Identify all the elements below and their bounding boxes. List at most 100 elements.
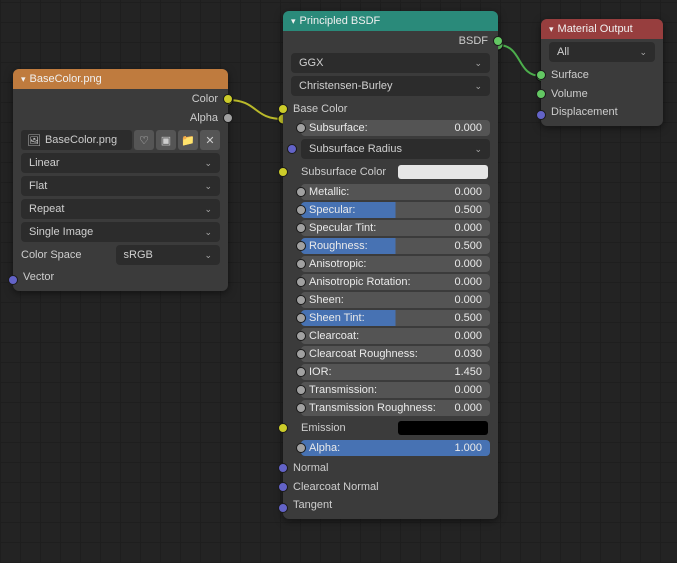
- chevron-down-icon: ⌄: [474, 58, 482, 69]
- tangent-socket[interactable]: [278, 503, 288, 513]
- new-image-button[interactable]: ▣: [156, 130, 176, 150]
- clearcoatnormal-row: Clearcoat Normal: [283, 477, 498, 496]
- basecolor-socket-in[interactable]: [278, 104, 288, 114]
- speculartint-field[interactable]: Specular Tint:0.000: [301, 220, 490, 236]
- clearcoatroughness-field[interactable]: Clearcoat Roughness:0.030: [301, 346, 490, 362]
- alpha-socket-out[interactable]: [223, 113, 233, 123]
- open-image-button[interactable]: 📁: [178, 130, 198, 150]
- volume-socket[interactable]: [536, 89, 546, 99]
- transmissionroughness-field[interactable]: Transmission Roughness:0.000: [301, 400, 490, 416]
- sheen-socket[interactable]: [296, 295, 306, 305]
- chevron-down-icon: ⌄: [204, 227, 212, 238]
- sheentint-field[interactable]: Sheen Tint:0.500: [301, 310, 490, 326]
- chevron-down-icon: ⌄: [204, 181, 212, 192]
- fake-user-button[interactable]: ♡: [134, 130, 154, 150]
- unlink-image-button[interactable]: ✕: [200, 130, 220, 150]
- color-socket-out[interactable]: [223, 94, 233, 104]
- ccnormal-socket[interactable]: [278, 482, 288, 492]
- target-dropdown[interactable]: All⌄: [549, 42, 655, 62]
- sheentint-socket[interactable]: [296, 313, 306, 323]
- bsdf-output-row: BSDF: [283, 31, 498, 50]
- subsurface-field[interactable]: Subsurface: 0.000: [301, 120, 490, 136]
- image-filename-field[interactable]: 🖼 BaseColor.png: [21, 130, 132, 150]
- vector-socket-in[interactable]: [8, 275, 18, 285]
- sheen-field[interactable]: Sheen:0.000: [301, 292, 490, 308]
- subsurface-radius-field[interactable]: Subsurface Radius⌄: [301, 139, 490, 159]
- dropdown-value: Flat: [29, 180, 47, 192]
- subsurface-color-row: Subsurface Color: [283, 162, 498, 182]
- dropdown-value: Repeat: [29, 203, 64, 215]
- interpolation-dropdown[interactable]: Linear ⌄: [21, 153, 220, 173]
- specular-field[interactable]: Specular:0.500: [301, 202, 490, 218]
- image-filename: BaseColor.png: [45, 134, 117, 146]
- clearcoat-socket[interactable]: [296, 331, 306, 341]
- transmission-field[interactable]: Transmission:0.000: [301, 382, 490, 398]
- anisorot-socket[interactable]: [296, 277, 306, 287]
- collapse-icon[interactable]: ▾: [21, 74, 26, 85]
- dropdown-value: sRGB: [124, 249, 153, 261]
- surface-input-row: Surface: [541, 65, 663, 84]
- transmission-socket[interactable]: [296, 385, 306, 395]
- metallic-field[interactable]: Metallic:0.000: [301, 184, 490, 200]
- input-label: Base Color: [293, 103, 347, 115]
- chevron-down-icon: ⌄: [639, 47, 647, 58]
- collapse-icon[interactable]: ▾: [549, 24, 554, 35]
- dropdown-value: Christensen-Burley: [299, 80, 393, 92]
- principled-bsdf-node[interactable]: ▾ Principled BSDF BSDF GGX⌄ Christensen-…: [283, 11, 498, 519]
- subsurfcolor-socket[interactable]: [278, 167, 288, 177]
- node-title: BaseColor.png: [30, 73, 102, 85]
- metallic-socket[interactable]: [296, 187, 306, 197]
- roughness-socket[interactable]: [296, 241, 306, 251]
- extension-dropdown[interactable]: Repeat ⌄: [21, 199, 220, 219]
- chevron-down-icon: ⌄: [204, 250, 212, 261]
- ior-field[interactable]: IOR:1.450: [301, 364, 490, 380]
- surface-socket[interactable]: [536, 70, 546, 80]
- anisotropic-field[interactable]: Anisotropic:0.000: [301, 256, 490, 272]
- specular-socket[interactable]: [296, 205, 306, 215]
- speculartint-socket[interactable]: [296, 223, 306, 233]
- output-label: Alpha: [190, 112, 218, 124]
- subsurface-color-swatch[interactable]: [398, 165, 488, 179]
- output-color-row: Color: [13, 89, 228, 108]
- emission-socket[interactable]: [278, 423, 288, 433]
- transrough-socket[interactable]: [296, 403, 306, 413]
- input-label: Vector: [23, 271, 54, 283]
- node-header[interactable]: ▾ BaseColor.png: [13, 69, 228, 89]
- image-texture-node[interactable]: ▾ BaseColor.png Color Alpha 🖼 BaseColor.…: [13, 69, 228, 291]
- projection-dropdown[interactable]: Flat ⌄: [21, 176, 220, 196]
- roughness-field[interactable]: Roughness:0.500: [301, 238, 490, 254]
- collapse-icon[interactable]: ▾: [291, 16, 296, 27]
- emission-color-swatch[interactable]: [398, 421, 488, 435]
- normal-row: Normal: [283, 458, 498, 477]
- volume-input-row: Volume: [541, 84, 663, 103]
- chevron-down-icon: ⌄: [204, 158, 212, 169]
- subsurface-method-dropdown[interactable]: Christensen-Burley ⌄: [291, 76, 490, 96]
- colorspace-label: Color Space: [21, 249, 110, 261]
- node-header[interactable]: ▾ Material Output: [541, 19, 663, 39]
- subsurfradius-socket[interactable]: [287, 144, 297, 154]
- bsdf-socket-out[interactable]: [493, 36, 503, 46]
- node-header[interactable]: ▾ Principled BSDF: [283, 11, 498, 31]
- aniso-socket[interactable]: [296, 259, 306, 269]
- normal-socket[interactable]: [278, 463, 288, 473]
- alpha-socket[interactable]: [296, 443, 306, 453]
- clearcoat-field[interactable]: Clearcoat:0.000: [301, 328, 490, 344]
- output-label: Color: [192, 93, 218, 105]
- ior-socket[interactable]: [296, 367, 306, 377]
- colorspace-dropdown[interactable]: sRGB ⌄: [116, 245, 221, 265]
- dropdown-value: Linear: [29, 157, 60, 169]
- ccrough-socket[interactable]: [296, 349, 306, 359]
- material-output-node[interactable]: ▾ Material Output All⌄ Surface Volume Di…: [541, 19, 663, 126]
- displacement-input-row: Displacement: [541, 103, 663, 126]
- source-dropdown[interactable]: Single Image⌄: [21, 222, 220, 242]
- image-icon: 🖼: [27, 134, 41, 147]
- subsurface-socket[interactable]: [296, 123, 306, 133]
- anisorotation-field[interactable]: Anisotropic Rotation:0.000: [301, 274, 490, 290]
- emission-row: Emission: [283, 418, 498, 438]
- displacement-socket[interactable]: [536, 110, 546, 120]
- tangent-row: Tangent: [283, 496, 498, 519]
- distribution-dropdown[interactable]: GGX⌄: [291, 53, 490, 73]
- alpha-field[interactable]: Alpha:1.000: [301, 440, 490, 456]
- chevron-down-icon: ⌄: [204, 204, 212, 215]
- chevron-down-icon: ⌄: [474, 81, 482, 92]
